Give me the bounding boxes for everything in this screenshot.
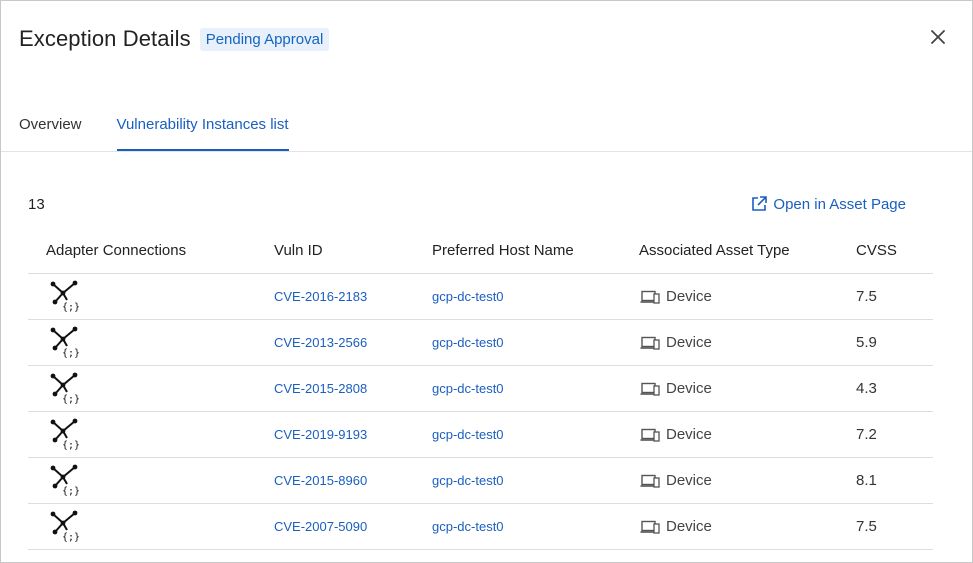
adapter-connection-icon[interactable]: {;} [49, 510, 80, 544]
adapter-connections-cell: {;} [28, 372, 274, 406]
cvss-score: 4.3 [856, 380, 877, 397]
column-header-associated-asset-type[interactable]: Associated Asset Type [639, 242, 856, 259]
vuln-id-link[interactable]: CVE-2016-2183 [274, 289, 367, 304]
column-header-preferred-host-name[interactable]: Preferred Host Name [432, 242, 639, 259]
adapter-connection-icon[interactable]: {;} [49, 372, 80, 406]
column-header-vuln-id[interactable]: Vuln ID [274, 242, 432, 259]
table-row[interactable]: {;} CVE-2019-9193 gcp-dc-test0 Device 7.2 [28, 412, 933, 458]
table-row[interactable]: {;} CVE-2007-5090 gcp-dc-test0 Device 7.5 [28, 504, 933, 550]
cvss-score: 8.1 [856, 472, 877, 489]
asset-type-cell: Device [639, 288, 856, 305]
vuln-id-cell: CVE-2016-2183 [274, 288, 432, 306]
vuln-id-link[interactable]: CVE-2015-8960 [274, 473, 367, 488]
host-name-link[interactable]: gcp-dc-test0 [432, 335, 504, 350]
column-header-adapter-connections[interactable]: Adapter Connections [28, 242, 274, 259]
asset-type-label: Device [666, 334, 712, 351]
vulnerability-instances-table: Adapter Connections Vuln ID Preferred Ho… [28, 227, 933, 550]
svg-text:{;}: {;} [62, 440, 79, 451]
asset-type-label: Device [666, 472, 712, 489]
host-name-cell: gcp-dc-test0 [432, 380, 639, 398]
table-row[interactable]: {;} CVE-2015-2808 gcp-dc-test0 Device 4.3 [28, 366, 933, 412]
vuln-id-cell: CVE-2007-5090 [274, 518, 432, 536]
adapter-connection-icon[interactable]: {;} [49, 464, 80, 498]
device-icon [640, 428, 660, 442]
vuln-id-link[interactable]: CVE-2015-2808 [274, 381, 367, 396]
adapter-connection-icon[interactable]: {;} [49, 280, 80, 314]
asset-type-label: Device [666, 426, 712, 443]
column-header-cvss[interactable]: CVSS [856, 242, 933, 259]
svg-text:{;}: {;} [62, 394, 79, 405]
asset-type-cell: Device [639, 334, 856, 351]
table-header: Adapter Connections Vuln ID Preferred Ho… [28, 227, 933, 274]
adapter-connections-cell: {;} [28, 510, 274, 544]
table-row[interactable]: {;} CVE-2016-2183 gcp-dc-test0 Device 7.5 [28, 274, 933, 320]
device-icon [640, 382, 660, 396]
open-in-asset-page-label: Open in Asset Page [773, 195, 906, 213]
vuln-id-link[interactable]: CVE-2007-5090 [274, 519, 367, 534]
cvss-score: 5.9 [856, 334, 877, 351]
adapter-connection-icon[interactable]: {;} [49, 326, 80, 360]
tab-bar: Overview Vulnerability Instances list [19, 101, 324, 151]
status-badge: Pending Approval [199, 27, 330, 51]
vuln-id-link[interactable]: CVE-2013-2566 [274, 335, 367, 350]
vuln-id-cell: CVE-2015-2808 [274, 380, 432, 398]
tabs-divider [1, 151, 972, 152]
host-name-cell: gcp-dc-test0 [432, 288, 639, 306]
device-icon [640, 474, 660, 488]
adapter-connection-icon[interactable]: {;} [49, 418, 80, 452]
table-row[interactable]: {;} CVE-2013-2566 gcp-dc-test0 Device 5.9 [28, 320, 933, 366]
svg-text:{;}: {;} [62, 486, 79, 497]
device-icon [640, 290, 660, 304]
table-row[interactable]: {;} CVE-2015-8960 gcp-dc-test0 Device 8.1 [28, 458, 933, 504]
host-name-link[interactable]: gcp-dc-test0 [432, 381, 504, 396]
asset-type-cell: Device [639, 426, 856, 443]
close-button[interactable] [928, 27, 948, 47]
host-name-link[interactable]: gcp-dc-test0 [432, 427, 504, 442]
asset-type-cell: Device [639, 518, 856, 535]
host-name-cell: gcp-dc-test0 [432, 334, 639, 352]
cvss-score: 7.5 [856, 288, 877, 305]
adapter-connections-cell: {;} [28, 464, 274, 498]
adapter-connections-cell: {;} [28, 326, 274, 360]
tab-vulnerability-instances-list[interactable]: Vulnerability Instances list [116, 101, 289, 151]
host-name-cell: gcp-dc-test0 [432, 518, 639, 536]
asset-type-label: Device [666, 288, 712, 305]
device-icon [640, 336, 660, 350]
vuln-id-cell: CVE-2019-9193 [274, 426, 432, 444]
host-name-link[interactable]: gcp-dc-test0 [432, 473, 504, 488]
host-name-cell: gcp-dc-test0 [432, 472, 639, 490]
asset-type-label: Device [666, 518, 712, 535]
vuln-id-cell: CVE-2015-8960 [274, 472, 432, 490]
cvss-score: 7.2 [856, 426, 877, 443]
svg-text:{;}: {;} [62, 532, 79, 543]
vuln-id-cell: CVE-2013-2566 [274, 334, 432, 352]
asset-type-label: Device [666, 380, 712, 397]
host-name-link[interactable]: gcp-dc-test0 [432, 289, 504, 304]
asset-type-cell: Device [639, 380, 856, 397]
close-icon [931, 30, 945, 44]
panel-header: Exception Details Pending Approval [19, 23, 330, 55]
cvss-score: 7.5 [856, 518, 877, 535]
table-body: {;} CVE-2016-2183 gcp-dc-test0 Device 7.5 {;}… [28, 274, 933, 550]
vuln-id-link[interactable]: CVE-2019-9193 [274, 427, 367, 442]
adapter-connections-cell: {;} [28, 418, 274, 452]
adapter-connections-cell: {;} [28, 280, 274, 314]
exception-details-panel: Exception Details Pending Approval Overv… [0, 0, 973, 563]
page-title: Exception Details [19, 26, 191, 51]
host-name-link[interactable]: gcp-dc-test0 [432, 519, 504, 534]
host-name-cell: gcp-dc-test0 [432, 426, 639, 444]
open-in-asset-page-link[interactable]: Open in Asset Page [750, 195, 906, 213]
tab-overview[interactable]: Overview [19, 101, 82, 151]
svg-text:{;}: {;} [62, 302, 79, 313]
results-count: 13 [28, 196, 45, 213]
device-icon [640, 520, 660, 534]
asset-type-cell: Device [639, 472, 856, 489]
external-link-icon [750, 195, 768, 213]
svg-text:{;}: {;} [62, 348, 79, 359]
